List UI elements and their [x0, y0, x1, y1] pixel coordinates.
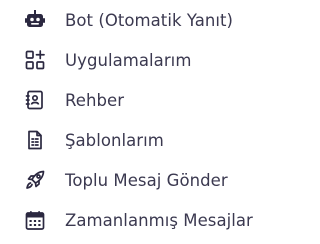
- menu-item-bot[interactable]: Bot (Otomatik Yanıt): [0, 0, 298, 40]
- sidebar-menu: Bot (Otomatik Yanıt) Uygulamalarım Rehbe…: [0, 0, 298, 244]
- contact-book-icon: [24, 89, 46, 111]
- menu-item-label: Şablonlarım: [65, 130, 164, 150]
- menu-item-scheduled-messages[interactable]: Zamanlanmış Mesajlar: [0, 200, 298, 240]
- apps-add-icon: [24, 49, 46, 71]
- rocket-icon: [24, 169, 46, 191]
- menu-item-label: Zamanlanmış Mesajlar: [65, 210, 253, 230]
- calendar-icon: [24, 209, 46, 231]
- menu-item-contacts[interactable]: Rehber: [0, 80, 298, 120]
- menu-item-label: Bot (Otomatik Yanıt): [65, 10, 234, 30]
- menu-item-bulk-message[interactable]: Toplu Mesaj Gönder: [0, 160, 298, 200]
- menu-item-label: Uygulamalarım: [65, 50, 192, 70]
- menu-item-apps[interactable]: Uygulamalarım: [0, 40, 298, 80]
- menu-item-templates[interactable]: Şablonlarım: [0, 120, 298, 160]
- menu-item-label: Toplu Mesaj Gönder: [65, 170, 228, 190]
- template-document-icon: [24, 129, 46, 151]
- robot-icon: [24, 9, 46, 31]
- menu-item-label: Rehber: [65, 90, 125, 110]
